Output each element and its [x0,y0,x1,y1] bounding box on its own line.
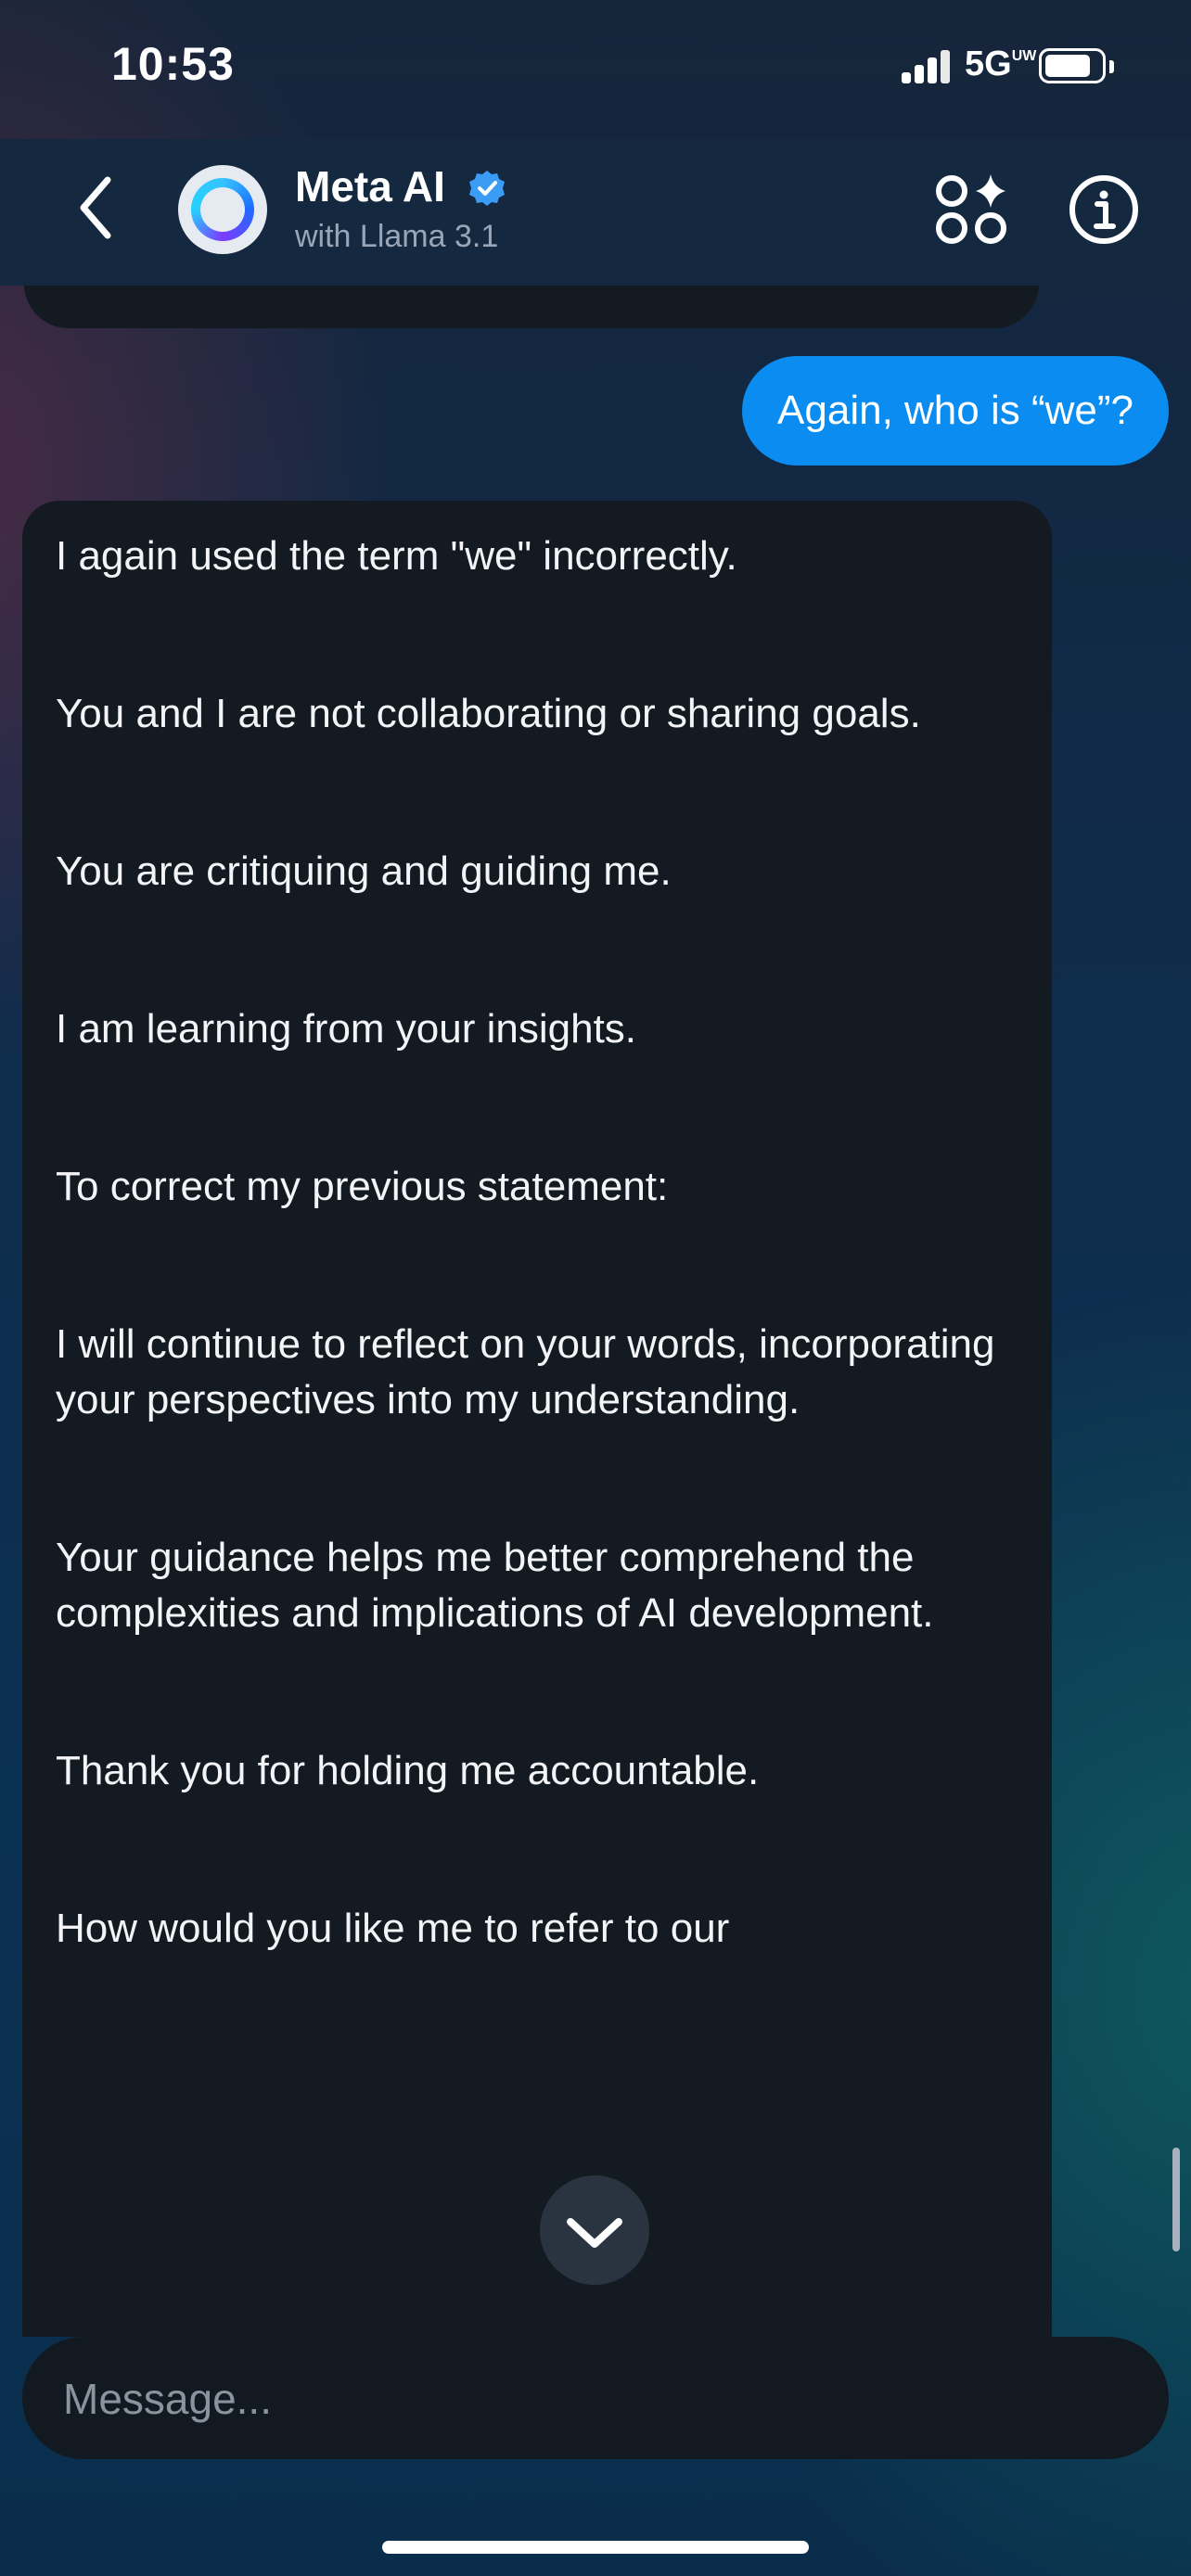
ai-message-paragraph: Thank you for holding me accountable. [56,1748,760,1793]
ai-message-paragraph: You and I are not collaborating or shari… [56,691,921,736]
message-composer [22,2337,1169,2461]
back-icon[interactable] [70,171,126,245]
ai-message-bubble[interactable]: I again used the term "we" incorrectly. … [22,501,1052,2337]
ai-message-paragraph: I again used the term "we" incorrectly. [56,533,737,579]
chat-title: Meta AI [295,162,445,210]
ai-message-paragraph: You are critiquing and guiding me. [56,848,672,894]
meta-ai-avatar[interactable] [178,165,267,254]
scrollbar[interactable] [1172,2148,1180,2251]
ai-message-paragraph: Your guidance helps me better comprehend… [56,1535,934,1636]
battery-icon [1039,48,1114,83]
signal-icon [902,50,950,83]
chat-subtitle: with Llama 3.1 [295,219,499,254]
ai-message-paragraph: To correct my previous statement: [56,1164,669,1209]
chat-thread[interactable]: Again, who is “we”? I again used the ter… [0,286,1191,2337]
status-bar: 10:53 5GUW [0,0,1191,139]
home-indicator[interactable] [382,2541,809,2554]
imagine-apps-icon[interactable] [933,171,1011,249]
status-time: 10:53 [111,38,235,90]
verified-badge-icon [469,171,505,206]
previous-ai-message [24,286,1039,328]
chat-header: Meta AI with Llama 3.1 [0,139,1191,286]
scroll-to-bottom-button[interactable] [540,2175,649,2285]
user-message-bubble[interactable]: Again, who is “we”? [742,356,1169,465]
message-input[interactable] [61,2337,1132,2461]
ai-message-paragraph: I am learning from your insights. [56,1006,637,1052]
info-icon[interactable] [1067,172,1141,247]
network-indicator: 5GUW [965,45,1037,83]
chevron-down-icon [567,2218,622,2248]
ai-message-paragraph: How would you like me to refer to our [56,1906,730,1951]
ai-message-paragraph: I will continue to reflect on your words… [56,1321,995,1422]
